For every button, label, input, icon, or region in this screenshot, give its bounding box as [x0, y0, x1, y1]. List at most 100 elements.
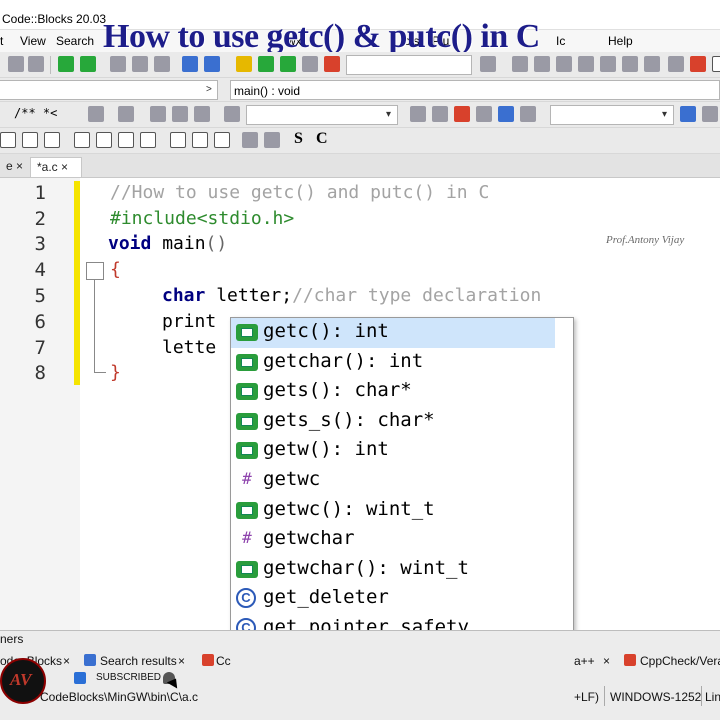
- c-button[interactable]: C: [316, 130, 328, 148]
- build-target-dropdown[interactable]: [346, 55, 472, 75]
- run-to-cursor-icon[interactable]: [534, 56, 550, 72]
- tab-a-c[interactable]: *a.c ×: [30, 157, 82, 177]
- autocomplete-item[interactable]: gets_s(): char*: [231, 407, 573, 437]
- next-instruction-icon[interactable]: [622, 56, 638, 72]
- dialog-icon[interactable]: [22, 132, 38, 148]
- zoom-in-icon[interactable]: [242, 132, 258, 148]
- search-icon[interactable]: [680, 106, 696, 122]
- logs-panel-label: ners: [0, 632, 24, 646]
- code-line-8: }: [110, 362, 121, 383]
- code-line-4: {: [110, 259, 121, 280]
- function-icon: [236, 501, 258, 519]
- class-icon: C: [236, 588, 256, 609]
- jump-icon[interactable]: [224, 106, 240, 122]
- rebuild-icon[interactable]: [302, 56, 318, 72]
- cut-icon[interactable]: [110, 56, 126, 72]
- regex-icon[interactable]: [520, 106, 536, 122]
- build-icon[interactable]: [236, 56, 252, 72]
- close-icon[interactable]: ×: [178, 654, 185, 668]
- menu-item-tools[interactable]: t: [0, 34, 3, 48]
- redo-icon[interactable]: [80, 56, 96, 72]
- autocomplete-item[interactable]: getwchar(): wint_t: [231, 555, 573, 585]
- autocomplete-item-label: getwc: [263, 468, 321, 490]
- tab-cccc[interactable]: Cc: [216, 654, 231, 668]
- save-icon[interactable]: [8, 56, 24, 72]
- function-dropdown[interactable]: [230, 80, 720, 100]
- layout-icon[interactable]: [0, 132, 16, 148]
- frame-icon[interactable]: [44, 132, 60, 148]
- insert-before-icon[interactable]: [74, 132, 90, 148]
- chevron-right-icon: >: [206, 84, 212, 95]
- line-number: 7: [34, 337, 46, 359]
- run-icon[interactable]: [258, 56, 274, 72]
- autocomplete-item-label: get_deleter: [263, 586, 389, 609]
- search-combo[interactable]: [246, 105, 398, 125]
- autocomplete-item[interactable]: getwc(): wint_t: [231, 496, 573, 526]
- save-all-icon[interactable]: [28, 56, 44, 72]
- menu-item-search[interactable]: Search: [56, 34, 94, 48]
- match-case-icon[interactable]: [498, 106, 514, 122]
- autocomplete-item[interactable]: getchar(): int: [231, 348, 573, 378]
- step-into-instruction-icon[interactable]: [644, 56, 660, 72]
- autocomplete-item-label: getchar(): int: [263, 349, 424, 372]
- build-run-icon[interactable]: [280, 56, 296, 72]
- autocomplete-item[interactable]: getw(): int: [231, 436, 573, 466]
- close-icon[interactable]: ×: [63, 654, 70, 668]
- prev-bookmark-icon[interactable]: [150, 106, 166, 122]
- replace-icon[interactable]: [204, 56, 220, 72]
- forward-icon[interactable]: [432, 106, 448, 122]
- next-line-icon[interactable]: [556, 56, 572, 72]
- debug-windows-icon[interactable]: [712, 56, 720, 72]
- autocomplete-item[interactable]: gets(): char*: [231, 377, 573, 407]
- autocomplete-item[interactable]: # getwchar: [231, 525, 573, 555]
- close-icon[interactable]: ×: [61, 160, 68, 174]
- break-debugger-icon[interactable]: [668, 56, 684, 72]
- s-button[interactable]: S: [294, 130, 303, 148]
- copy-icon[interactable]: [132, 56, 148, 72]
- wrench-icon[interactable]: [118, 106, 134, 122]
- insert-after-icon[interactable]: [96, 132, 112, 148]
- autocomplete-item[interactable]: # getwc: [231, 466, 573, 496]
- step-out-icon[interactable]: [600, 56, 616, 72]
- autocomplete-item[interactable]: getc(): int: [231, 318, 555, 348]
- menu-item-view[interactable]: View: [20, 34, 46, 48]
- tab-search-results[interactable]: Search results: [100, 654, 177, 668]
- menu-item-doxyblocks[interactable]: Ic: [556, 34, 565, 48]
- toggle-bookmark-icon[interactable]: [172, 106, 188, 122]
- paste-icon[interactable]: [154, 56, 170, 72]
- comment-toggle-button[interactable]: /** *<: [14, 106, 57, 120]
- toolbar-separator: [50, 56, 51, 74]
- zoom-out-icon[interactable]: [264, 132, 280, 148]
- abort-icon[interactable]: [324, 56, 340, 72]
- close-icon[interactable]: ×: [603, 654, 610, 668]
- step-into-icon[interactable]: [578, 56, 594, 72]
- autocomplete-item[interactable]: Cget_deleter: [231, 584, 573, 614]
- close-icon[interactable]: ×: [16, 159, 23, 173]
- selected-text-icon[interactable]: [476, 106, 492, 122]
- search-options-icon[interactable]: [702, 106, 718, 122]
- doc-icon[interactable]: [88, 106, 104, 122]
- tab-cpp[interactable]: a++: [574, 654, 595, 668]
- undo-icon[interactable]: [58, 56, 74, 72]
- back-icon[interactable]: [410, 106, 426, 122]
- show-preview-icon[interactable]: [170, 132, 186, 148]
- stop-debugger-icon[interactable]: [690, 56, 706, 72]
- insert-into-icon[interactable]: [118, 132, 134, 148]
- scope-dropdown[interactable]: [0, 80, 218, 100]
- tab-start[interactable]: e ×: [0, 157, 30, 177]
- chevron-down-icon: ▾: [662, 109, 668, 120]
- tab-cppcheck-vera[interactable]: CppCheck/Vera: [640, 654, 720, 668]
- identifier: letter;: [205, 285, 293, 306]
- debug-icon[interactable]: [512, 56, 528, 72]
- fold-toggle[interactable]: [86, 262, 104, 280]
- menu-item-help[interactable]: Help: [608, 34, 633, 48]
- search-input[interactable]: [550, 105, 674, 125]
- highlight-icon[interactable]: [454, 106, 470, 122]
- show-select-target-icon[interactable]: [480, 56, 496, 72]
- delete-item-icon[interactable]: [140, 132, 156, 148]
- next-bookmark-icon[interactable]: [194, 106, 210, 122]
- find-icon[interactable]: [182, 56, 198, 72]
- properties-icon[interactable]: [214, 132, 230, 148]
- quick-properties-icon[interactable]: [192, 132, 208, 148]
- code-line-3: void main(): [108, 233, 227, 254]
